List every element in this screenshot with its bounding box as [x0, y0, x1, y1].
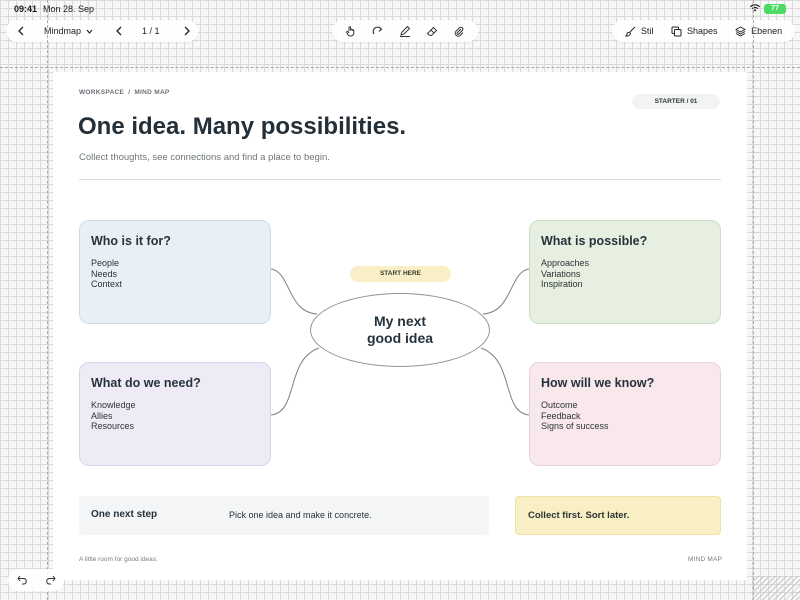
card-what-is-possible[interactable]: What is possible? Approaches Variations … — [529, 220, 721, 324]
card-how-will-we-know[interactable]: How will we know? Outcome Feedback Signs… — [529, 362, 721, 466]
brush-icon — [624, 26, 636, 37]
card-who-is-it-for[interactable]: Who is it for? People Needs Context — [79, 220, 271, 324]
chevron-left-icon — [18, 26, 24, 36]
guide-line-horizontal — [0, 67, 800, 68]
undo-button[interactable] — [15, 573, 29, 587]
central-idea-line-1: My next — [373, 313, 427, 329]
redo-tool-button[interactable] — [371, 24, 385, 38]
pen-icon — [399, 25, 411, 37]
guide-line-left — [47, 0, 48, 600]
shapes-button[interactable]: Shapes — [671, 26, 718, 37]
undo-icon — [16, 575, 27, 585]
card-item: Knowledge — [91, 400, 136, 410]
document-toolbar: Mindmap 1 / 1 — [6, 20, 198, 42]
hand-tool-button[interactable] — [344, 24, 358, 38]
document-name-dropdown[interactable]: Mindmap — [44, 26, 93, 36]
shapes-label: Shapes — [686, 26, 718, 36]
card-item: Inspiration — [541, 279, 583, 289]
layers-button[interactable]: Ebenen — [735, 25, 783, 37]
card-item: Needs — [91, 268, 118, 279]
guide-line-right — [753, 0, 754, 600]
eraser-icon — [426, 26, 437, 37]
breadcrumb-mind-map: MIND MAP — [134, 89, 170, 96]
connector-need — [270, 347, 320, 416]
next-step-text: Pick one idea and make it concrete. — [229, 510, 372, 520]
battery-icon: 77 — [764, 4, 786, 14]
next-page-button[interactable] — [180, 24, 194, 38]
connector-what — [482, 268, 530, 315]
page-title: One idea. Many possibilities. — [78, 113, 407, 140]
card-item: Context — [91, 279, 123, 289]
next-step-bar[interactable]: One next step Pick one idea and make it … — [79, 496, 489, 535]
footer-tagline: A little room for good ideas. — [79, 556, 158, 563]
page-subtitle: Collect thoughts, see connections and fi… — [79, 152, 330, 163]
style-label: Stil — [640, 26, 654, 36]
card-item: Signs of success — [541, 421, 609, 431]
format-toolbar: Stil Shapes Ebenen — [612, 20, 795, 42]
undo-redo-controls — [8, 569, 64, 591]
breadcrumb-separator: / — [128, 89, 131, 96]
document-name: Mindmap — [44, 26, 82, 36]
paperclip-icon — [454, 26, 463, 37]
redo-button[interactable] — [43, 573, 57, 587]
sticky-note[interactable]: Collect first. Sort later. — [515, 496, 721, 535]
card-item: Feedback — [541, 410, 581, 421]
status-bar: 09:41 Mon 28. Sep 77 — [0, 0, 800, 18]
status-date: Mon 28. Sep — [43, 4, 95, 14]
back-button[interactable] — [14, 24, 28, 38]
card-title: How will we know? — [541, 376, 655, 390]
footer-label: MIND MAP — [688, 556, 723, 563]
chevron-down-icon — [86, 29, 93, 34]
pen-tool-button[interactable] — [398, 24, 412, 38]
breadcrumb-workspace: WORKSPACE — [79, 89, 125, 96]
card-title: What do we need? — [91, 376, 201, 390]
style-button[interactable]: Stil — [624, 26, 654, 37]
chevron-right-icon — [184, 26, 190, 36]
page-corner-hatch — [752, 576, 800, 600]
redo-icon — [45, 575, 56, 585]
connector-who — [270, 268, 318, 315]
layers-label: Ebenen — [751, 26, 783, 36]
page-indicator: 1 / 1 — [142, 26, 160, 36]
card-item: Outcome — [541, 400, 578, 410]
attach-button[interactable] — [452, 24, 466, 38]
chevron-left-icon — [116, 26, 122, 36]
start-here-tag: START HERE — [350, 266, 451, 282]
layers-icon — [735, 25, 747, 37]
card-item: Approaches — [541, 258, 590, 268]
card-item: Variations — [541, 268, 581, 279]
status-indicators: 77 — [750, 4, 786, 14]
previous-page-button[interactable] — [112, 24, 126, 38]
wifi-icon — [750, 4, 760, 14]
starter-tag: STARTER / 01 — [632, 94, 720, 109]
card-title: What is possible? — [541, 234, 648, 248]
card-what-do-we-need[interactable]: What do we need? Knowledge Allies Resour… — [79, 362, 271, 466]
eraser-tool-button[interactable] — [425, 24, 439, 38]
hand-pointer-icon — [346, 26, 355, 37]
canvas-page[interactable]: WORKSPACE / MIND MAP STARTER / 01 One id… — [53, 72, 747, 580]
central-idea-node[interactable]: My next good idea — [310, 293, 490, 367]
divider — [79, 179, 721, 180]
drawing-tools — [332, 20, 478, 42]
status-time: 09:41 — [14, 4, 38, 14]
card-item: Resources — [91, 421, 135, 431]
card-item: People — [91, 258, 120, 268]
card-title: Who is it for? — [91, 234, 171, 248]
connector-know — [480, 347, 530, 416]
breadcrumb: WORKSPACE / MIND MAP — [79, 89, 170, 96]
next-step-label: One next step — [91, 509, 158, 520]
shapes-icon — [671, 26, 682, 36]
redo-arrow-icon — [372, 26, 383, 35]
card-item: Allies — [91, 410, 113, 421]
central-idea-line-2: good idea — [366, 330, 434, 346]
